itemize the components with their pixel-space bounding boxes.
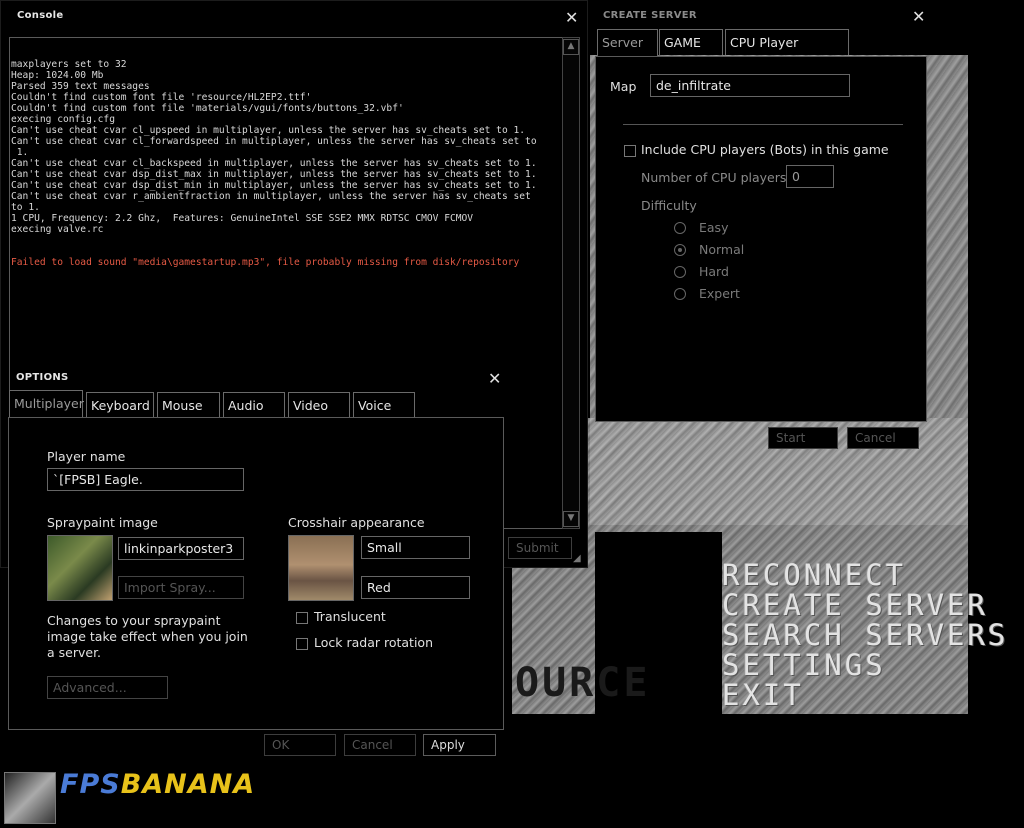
import-spray-button[interactable]: Import Spray... xyxy=(118,576,244,599)
tab-keyboard[interactable]: Keyboard xyxy=(86,392,154,418)
tab-video[interactable]: Video xyxy=(288,392,350,418)
tab-voice[interactable]: Voice xyxy=(353,392,415,418)
options-window: OPTIONS ✕ Multiplayer Keyboard Mouse Aud… xyxy=(0,364,512,764)
menu-item-reconnect[interactable]: RECONNECT xyxy=(722,560,1008,590)
difficulty-radio-expert[interactable] xyxy=(674,288,686,300)
console-line: Parsed 359 text messages xyxy=(11,81,150,92)
console-line: execing config.cfg xyxy=(11,114,115,125)
create-server-panel xyxy=(595,56,927,422)
include-bots-label: Include CPU players (Bots) in this game xyxy=(641,142,889,157)
console-line: Can't use cheat cvar dsp_dist_min in mul… xyxy=(11,180,537,191)
difficulty-radio-normal[interactable] xyxy=(674,244,686,256)
console-title: Console xyxy=(17,10,64,21)
resize-grip-icon[interactable]: ◢ xyxy=(573,554,583,564)
player-name-label: Player name xyxy=(47,449,126,464)
options-title: OPTIONS xyxy=(16,372,69,383)
watermark-banana: BANANA xyxy=(120,769,256,800)
lock-radar-label: Lock radar rotation xyxy=(314,635,434,650)
console-line: execing valve.rc xyxy=(11,224,104,235)
console-line: maxplayers set to 32 xyxy=(11,59,127,70)
tab-server[interactable]: Server xyxy=(597,29,658,57)
difficulty-label-normal: Normal xyxy=(699,242,745,257)
spray-preview-image xyxy=(47,535,113,601)
difficulty-label-hard: Hard xyxy=(699,264,729,279)
console-line: 1 CPU, Frequency: 2.2 Ghz, Features: Gen… xyxy=(11,213,474,224)
crosshair-size-select[interactable]: Small xyxy=(361,536,470,559)
console-submit-button[interactable]: Submit xyxy=(508,537,572,559)
tab-cpu-player-options[interactable]: CPU Player Options xyxy=(725,29,849,76)
translucent-label: Translucent xyxy=(314,609,386,624)
spray-select[interactable]: linkinparkposter3 xyxy=(118,537,244,560)
tab-audio[interactable]: Audio xyxy=(223,392,285,418)
apply-button[interactable]: Apply xyxy=(423,734,496,756)
map-label: Map xyxy=(610,79,637,94)
console-line: Can't use cheat cvar cl_upspeed in multi… xyxy=(11,125,526,136)
create-server-close-icon[interactable]: ✕ xyxy=(912,9,925,25)
console-output: maxplayers set to 32 Heap: 1024.00 Mb Pars… xyxy=(11,37,561,290)
create-server-window: CREATE SERVER ✕ Server GAME CPU Player O… xyxy=(595,0,935,460)
menu-item-settings[interactable]: SETTINGS xyxy=(722,650,1008,680)
menu-item-search-servers[interactable]: SEARCH SERVERS xyxy=(722,620,1008,650)
fpsbanana-logo-icon xyxy=(4,772,56,824)
console-line: Couldn't find custom font file 'material… xyxy=(11,103,404,114)
translucent-checkbox[interactable] xyxy=(296,612,308,624)
lock-radar-checkbox[interactable] xyxy=(296,638,308,650)
ok-button[interactable]: OK xyxy=(264,734,336,756)
main-menu: RECONNECT CREATE SERVER SEARCH SERVERS S… xyxy=(722,560,1008,710)
tab-game[interactable]: GAME xyxy=(659,29,723,55)
spraypaint-label: Spraypaint image xyxy=(47,515,158,530)
difficulty-label-easy: Easy xyxy=(699,220,729,235)
difficulty-radio-hard[interactable] xyxy=(674,266,686,278)
options-cancel-button[interactable]: Cancel xyxy=(344,734,416,756)
crosshair-color-select[interactable]: Red xyxy=(361,576,470,599)
tab-multiplayer[interactable]: Multiplayer xyxy=(9,390,84,418)
player-name-field[interactable]: `[FPSB] Eagle. xyxy=(47,468,244,491)
console-line: Can't use cheat cvar cl_backspeed in mul… xyxy=(11,158,537,169)
divider xyxy=(623,124,903,125)
scroll-up-icon[interactable]: ▲ xyxy=(563,39,579,55)
create-server-title: CREATE SERVER xyxy=(603,10,697,21)
game-logo-text: OURCE xyxy=(515,660,651,706)
spray-note-text: Changes to your spraypaint image take ef… xyxy=(47,613,248,660)
menu-item-create-server[interactable]: CREATE SERVER xyxy=(722,590,1008,620)
watermark-fps: FPS xyxy=(60,769,121,800)
difficulty-radio-easy[interactable] xyxy=(674,222,686,234)
fpsbanana-watermark: FPSBANANA xyxy=(60,769,255,800)
options-close-icon[interactable]: ✕ xyxy=(488,371,501,387)
menu-item-exit[interactable]: EXIT xyxy=(722,680,1008,710)
console-scrollbar[interactable]: ▲ ▼ xyxy=(562,37,580,529)
difficulty-label-expert: Expert xyxy=(699,286,740,301)
console-line: Can't use cheat cvar cl_forwardspeed in … xyxy=(11,136,537,158)
scroll-down-icon[interactable]: ▼ xyxy=(563,511,579,527)
create-server-cancel-button[interactable]: Cancel xyxy=(847,427,919,449)
console-error-line: Failed to load sound "media\gamestartup.… xyxy=(11,257,520,268)
advanced-button[interactable]: Advanced... xyxy=(47,676,168,699)
crosshair-preview-image xyxy=(288,535,354,601)
tab-mouse[interactable]: Mouse xyxy=(157,392,220,418)
num-cpu-field[interactable]: 0 xyxy=(786,165,834,188)
include-bots-checkbox[interactable] xyxy=(624,145,636,157)
map-select[interactable]: de_infiltrate xyxy=(650,74,850,97)
num-cpu-label: Number of CPU players xyxy=(641,170,787,185)
start-button[interactable]: Start xyxy=(768,427,838,449)
console-line: Can't use cheat cvar r_ambientfraction i… xyxy=(11,191,531,213)
difficulty-label: Difficulty xyxy=(641,198,697,213)
console-line: Couldn't find custom font file 'resource… xyxy=(11,92,312,103)
console-line: Heap: 1024.00 Mb xyxy=(11,70,104,81)
console-line: Can't use cheat cvar dsp_dist_max in mul… xyxy=(11,169,537,180)
crosshair-label: Crosshair appearance xyxy=(288,515,425,530)
console-close-icon[interactable]: ✕ xyxy=(565,10,578,26)
